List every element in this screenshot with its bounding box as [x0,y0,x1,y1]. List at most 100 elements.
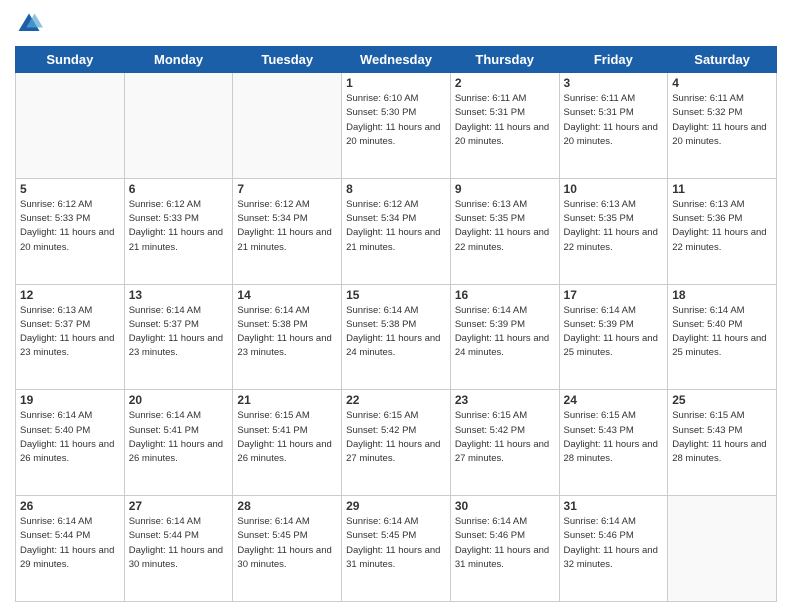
day-number: 2 [455,76,555,90]
calendar-day-cell: 11 Sunrise: 6:13 AMSunset: 5:36 PMDayligh… [668,178,777,284]
calendar-day-cell: 23Sunrise: 6:15 AMSunset: 5:42 PMDayligh… [450,390,559,496]
calendar-week-row: 12 Sunrise: 6:13 AMSunset: 5:37 PMDayligh… [16,284,777,390]
calendar-day-cell: 14Sunrise: 6:14 AMSunset: 5:38 PMDayligh… [233,284,342,390]
day-info: Sunrise: 6:12 AMSunset: 5:33 PMDaylight:… [129,198,229,255]
calendar-day-cell: 10 Sunrise: 6:13 AMSunset: 5:35 PMDayligh… [559,178,668,284]
day-number: 18 [672,288,772,302]
calendar-day-cell: 22 Sunrise: 6:15 AMSunset: 5:42 PMDayligh… [342,390,451,496]
calendar-day-cell: 1 Sunrise: 6:10 AMSunset: 5:30 PMDaylight… [342,73,451,179]
calendar-day-cell: 30 Sunrise: 6:14 AMSunset: 5:46 PMDayligh… [450,496,559,602]
calendar-day-cell: 18 Sunrise: 6:14 AMSunset: 5:40 PMDayligh… [668,284,777,390]
day-info: Sunrise: 6:12 AMSunset: 5:33 PMDaylight:… [20,198,120,255]
weekday-header: Friday [559,47,668,73]
calendar-week-row: 26 Sunrise: 6:14 AMSunset: 5:44 PMDayligh… [16,496,777,602]
day-info: Sunrise: 6:14 AMSunset: 5:45 PMDaylight:… [237,515,337,572]
day-info: Sunrise: 6:11 AMSunset: 5:32 PMDaylight:… [672,92,772,149]
calendar-day-cell: 9 Sunrise: 6:13 AMSunset: 5:35 PMDaylight… [450,178,559,284]
day-number: 4 [672,76,772,90]
day-info: Sunrise: 6:12 AMSunset: 5:34 PMDaylight:… [346,198,446,255]
weekday-header: Saturday [668,47,777,73]
weekday-header: Wednesday [342,47,451,73]
day-info: Sunrise: 6:13 AMSunset: 5:36 PMDaylight:… [672,198,772,255]
day-info: Sunrise: 6:13 AMSunset: 5:37 PMDaylight:… [20,304,120,361]
calendar-day-cell [668,496,777,602]
day-info: Sunrise: 6:14 AMSunset: 5:39 PMDaylight:… [564,304,664,361]
calendar-day-cell: 25 Sunrise: 6:15 AMSunset: 5:43 PMDayligh… [668,390,777,496]
calendar-week-row: 1 Sunrise: 6:10 AMSunset: 5:30 PMDaylight… [16,73,777,179]
calendar-day-cell: 4 Sunrise: 6:11 AMSunset: 5:32 PMDaylight… [668,73,777,179]
day-number: 17 [564,288,664,302]
day-info: Sunrise: 6:10 AMSunset: 5:30 PMDaylight:… [346,92,446,149]
day-number: 10 [564,182,664,196]
calendar-week-row: 5 Sunrise: 6:12 AMSunset: 5:33 PMDaylight… [16,178,777,284]
calendar-day-cell: 13 Sunrise: 6:14 AMSunset: 5:37 PMDayligh… [124,284,233,390]
calendar-day-cell: 2 Sunrise: 6:11 AMSunset: 5:31 PMDaylight… [450,73,559,179]
day-number: 20 [129,393,229,407]
calendar-day-cell: 8Sunrise: 6:12 AMSunset: 5:34 PMDaylight… [342,178,451,284]
day-info: Sunrise: 6:15 AMSunset: 5:43 PMDaylight:… [672,409,772,466]
day-number: 13 [129,288,229,302]
day-number: 6 [129,182,229,196]
day-number: 7 [237,182,337,196]
calendar-day-cell [233,73,342,179]
logo [15,10,47,38]
day-number: 25 [672,393,772,407]
calendar-day-cell: 3 Sunrise: 6:11 AMSunset: 5:31 PMDaylight… [559,73,668,179]
calendar-day-cell: 24Sunrise: 6:15 AMSunset: 5:43 PMDayligh… [559,390,668,496]
day-info: Sunrise: 6:14 AMSunset: 5:46 PMDaylight:… [564,515,664,572]
day-info: Sunrise: 6:12 AMSunset: 5:34 PMDaylight:… [237,198,337,255]
day-number: 31 [564,499,664,513]
day-number: 3 [564,76,664,90]
weekday-header: Thursday [450,47,559,73]
day-number: 19 [20,393,120,407]
calendar-day-cell: 21 Sunrise: 6:15 AMSunset: 5:41 PMDayligh… [233,390,342,496]
day-info: Sunrise: 6:14 AMSunset: 5:40 PMDaylight:… [672,304,772,361]
calendar-day-cell: 16Sunrise: 6:14 AMSunset: 5:39 PMDayligh… [450,284,559,390]
day-info: Sunrise: 6:14 AMSunset: 5:38 PMDaylight:… [237,304,337,361]
calendar-day-cell: 29 Sunrise: 6:14 AMSunset: 5:45 PMDayligh… [342,496,451,602]
calendar-day-cell: 15Sunrise: 6:14 AMSunset: 5:38 PMDayligh… [342,284,451,390]
calendar-day-cell: 31 Sunrise: 6:14 AMSunset: 5:46 PMDayligh… [559,496,668,602]
day-info: Sunrise: 6:14 AMSunset: 5:39 PMDaylight:… [455,304,555,361]
page-header [15,10,777,38]
day-number: 30 [455,499,555,513]
day-info: Sunrise: 6:14 AMSunset: 5:45 PMDaylight:… [346,515,446,572]
day-number: 27 [129,499,229,513]
day-info: Sunrise: 6:14 AMSunset: 5:44 PMDaylight:… [20,515,120,572]
day-number: 15 [346,288,446,302]
calendar-day-cell: 27Sunrise: 6:14 AMSunset: 5:44 PMDayligh… [124,496,233,602]
calendar-day-cell: 20Sunrise: 6:14 AMSunset: 5:41 PMDayligh… [124,390,233,496]
calendar-day-cell [124,73,233,179]
day-info: Sunrise: 6:15 AMSunset: 5:42 PMDaylight:… [346,409,446,466]
weekday-header: Monday [124,47,233,73]
day-info: Sunrise: 6:11 AMSunset: 5:31 PMDaylight:… [564,92,664,149]
day-info: Sunrise: 6:15 AMSunset: 5:41 PMDaylight:… [237,409,337,466]
day-number: 9 [455,182,555,196]
weekday-header-row: SundayMondayTuesdayWednesdayThursdayFrid… [16,47,777,73]
day-info: Sunrise: 6:13 AMSunset: 5:35 PMDaylight:… [455,198,555,255]
day-number: 5 [20,182,120,196]
calendar-week-row: 19Sunrise: 6:14 AMSunset: 5:40 PMDayligh… [16,390,777,496]
day-info: Sunrise: 6:14 AMSunset: 5:37 PMDaylight:… [129,304,229,361]
calendar-day-cell: 19Sunrise: 6:14 AMSunset: 5:40 PMDayligh… [16,390,125,496]
calendar-body: 1 Sunrise: 6:10 AMSunset: 5:30 PMDaylight… [16,73,777,602]
day-info: Sunrise: 6:11 AMSunset: 5:31 PMDaylight:… [455,92,555,149]
calendar-day-cell [16,73,125,179]
day-info: Sunrise: 6:15 AMSunset: 5:42 PMDaylight:… [455,409,555,466]
day-number: 11 [672,182,772,196]
calendar-day-cell: 12 Sunrise: 6:13 AMSunset: 5:37 PMDayligh… [16,284,125,390]
calendar-day-cell: 6 Sunrise: 6:12 AMSunset: 5:33 PMDaylight… [124,178,233,284]
day-number: 28 [237,499,337,513]
day-number: 21 [237,393,337,407]
day-number: 12 [20,288,120,302]
calendar-day-cell: 7 Sunrise: 6:12 AMSunset: 5:34 PMDaylight… [233,178,342,284]
day-number: 26 [20,499,120,513]
weekday-header: Tuesday [233,47,342,73]
day-info: Sunrise: 6:13 AMSunset: 5:35 PMDaylight:… [564,198,664,255]
day-number: 1 [346,76,446,90]
day-number: 24 [564,393,664,407]
weekday-header: Sunday [16,47,125,73]
day-number: 29 [346,499,446,513]
day-info: Sunrise: 6:14 AMSunset: 5:46 PMDaylight:… [455,515,555,572]
day-number: 22 [346,393,446,407]
